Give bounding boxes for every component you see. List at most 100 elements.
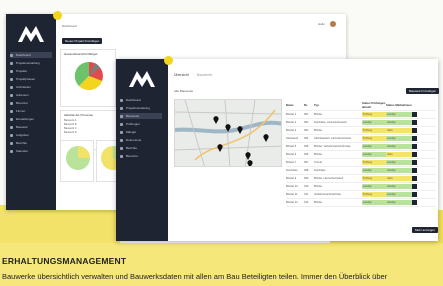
sidebar-item-label: Projektphasen <box>16 77 36 81</box>
cell-nr: 004 <box>304 137 309 140</box>
sidebar-item[interactable]: Aufgaben <box>10 132 29 138</box>
cell-name: Brücke 11 <box>286 193 298 196</box>
map-pin-icon[interactable] <box>237 126 243 134</box>
sidebar-item[interactable]: Projektverwaltung <box>10 60 40 66</box>
status-badge: erledigt <box>362 120 386 125</box>
sidebar-item[interactable]: Firmen <box>10 108 25 114</box>
sidebar-item[interactable]: Bauwerke <box>120 113 162 119</box>
new-project-button[interactable]: Neues Projekt hinzufügen <box>62 38 103 44</box>
menu-icon <box>10 77 13 81</box>
add-bauwerk-button[interactable]: Bauwerk hinzufügen <box>406 88 440 94</box>
sidebar-item[interactable]: Berichte <box>120 145 137 151</box>
sidebar-item-label: Firmen <box>16 109 26 113</box>
table-row[interactable]: Brücke 7 007 Tunnel Prüfung erledigt <box>286 159 436 167</box>
menu-icon <box>120 106 123 110</box>
sidebar-item-label: Mängel <box>126 130 136 134</box>
menu-icon <box>120 138 123 142</box>
col-header[interactable]: Name <box>286 103 304 107</box>
sidebar-item[interactable]: Dokumente <box>120 137 141 143</box>
cell-nr: 005 <box>304 145 309 148</box>
edit-icon[interactable] <box>412 152 417 157</box>
edit-icon[interactable] <box>412 128 417 133</box>
col-header[interactable]: Status Prüfungen aktuell <box>362 101 386 109</box>
map-pin-icon[interactable] <box>225 124 231 132</box>
cell-type: Durchlass, Lärmschutzwand <box>314 121 347 124</box>
table-row[interactable]: Brücke 1 001 Brücke Prüfung erledigt <box>286 111 436 119</box>
sidebar-item[interactable]: Dashboard <box>120 97 141 103</box>
table-row[interactable]: Brücke 11 011 Verkehrszeichenbrücke Prüfung… <box>286 191 436 199</box>
sidebar-item[interactable]: Projektverwaltung <box>120 105 150 111</box>
status-badge: Prüfung <box>362 128 386 133</box>
list-item: Bauwerk D <box>64 131 77 134</box>
sidebar-item[interactable]: Benutzer <box>120 153 138 159</box>
sidebar-item[interactable]: Berichte <box>10 140 27 146</box>
page-heading: ERHALTUNGSMANAGEMENT <box>2 256 127 266</box>
sidebar-item[interactable]: Mängel <box>120 129 136 135</box>
cell-name: Brücke 5 <box>286 145 297 148</box>
brand-dot <box>164 56 173 65</box>
status-badge: erledigt <box>362 144 386 149</box>
sidebar-item-label: Dashboard <box>126 98 141 102</box>
sidebar-item[interactable]: Kalender <box>10 148 28 154</box>
sidebar-item-label: Adressen <box>16 93 29 97</box>
table-row[interactable]: Brücke 10 010 Brücke erledigt erledigt <box>286 183 436 191</box>
col-header[interactable]: Typ <box>314 103 362 107</box>
status-badge: erledigt <box>386 112 412 117</box>
map-pin-icon[interactable] <box>247 160 253 167</box>
map-pin-icon[interactable] <box>213 116 219 124</box>
tab-bauwerke[interactable]: Bauwerke <box>197 73 213 77</box>
edit-icon[interactable] <box>412 184 417 189</box>
edit-icon[interactable] <box>412 144 417 149</box>
table-row[interactable]: Brücke 6 006 Brücke erledigt offen <box>286 151 436 159</box>
sidebar-item[interactable]: Projekte <box>10 68 27 74</box>
avatar[interactable] <box>330 21 336 27</box>
cell-name: Brücke 3 <box>286 129 297 132</box>
sidebar-item[interactable]: Architekten <box>10 84 31 90</box>
status-badge: Prüfung <box>362 160 386 165</box>
sidebar-item[interactable]: Prüfungen <box>120 121 140 127</box>
map[interactable] <box>174 99 282 167</box>
sidebar-item-label: Architekten <box>16 85 32 89</box>
edit-icon[interactable] <box>412 200 417 205</box>
table-row[interactable]: Brücke 5 005 Brücke, Verkehrszeichenbrücke… <box>286 143 436 151</box>
table-row[interactable]: Brücke 3 003 Brücke Prüfung offen <box>286 127 436 135</box>
edit-icon[interactable] <box>412 136 417 141</box>
col-header[interactable]: Status Maßnahmen <box>386 103 412 107</box>
sidebar-item[interactable]: Einstellungen <box>10 116 34 122</box>
table-row[interactable]: Brücke 9 009 Brücke, Lärmschutzwand Prüfung… <box>286 175 436 183</box>
table-row[interactable]: Stützwand 004 Stützbauwerk, Lärmschutzwand… <box>286 135 436 143</box>
sidebar-item[interactable]: Bauwerk <box>10 124 28 130</box>
tab-overview[interactable]: Übersicht <box>174 73 189 77</box>
table-row[interactable]: Durchlass 008 Durchlass erledigt erledigt <box>286 167 436 175</box>
sidebar-item[interactable]: Benutzer <box>10 100 28 106</box>
status-badge: erledigt <box>386 168 412 173</box>
edit-icon[interactable] <box>412 120 417 125</box>
show-more-button[interactable]: Mehr anzeigen <box>412 227 438 233</box>
edit-icon[interactable] <box>412 176 417 181</box>
brand-dot <box>53 11 62 20</box>
cell-name: Brücke 1 <box>286 113 297 116</box>
menu-icon <box>120 98 123 102</box>
status-badge: erledigt <box>362 168 386 173</box>
edit-icon[interactable] <box>412 112 417 117</box>
table-row[interactable]: Brücke 12 012 Brücke erledigt erledigt <box>286 199 436 207</box>
pie-chart-a <box>66 146 90 170</box>
cell-type: Stützbauwerk, Lärmschutzwand <box>314 137 351 140</box>
map-pin-icon[interactable] <box>263 134 269 142</box>
map-pin-icon[interactable] <box>245 152 251 160</box>
sidebar-item[interactable]: Dashboard <box>10 52 52 58</box>
map-pin-icon[interactable] <box>217 144 223 152</box>
menu-icon <box>120 114 123 118</box>
sidebar-item[interactable]: Projektphasen <box>10 76 35 82</box>
status-badge: offen <box>386 152 412 157</box>
status-badge: erledigt <box>386 192 412 197</box>
user-greeting: Hallo <box>318 22 325 26</box>
col-header[interactable]: Nr. <box>304 103 314 107</box>
cell-nr: 003 <box>304 129 309 132</box>
sidebar-item[interactable]: Adressen <box>10 92 29 98</box>
cell-name: Brücke 9 <box>286 177 297 180</box>
edit-icon[interactable] <box>412 160 417 165</box>
table-row[interactable]: Brücke 2 002 Durchlass, Lärmschutzwand erle… <box>286 119 436 127</box>
edit-icon[interactable] <box>412 192 417 197</box>
edit-icon[interactable] <box>412 168 417 173</box>
